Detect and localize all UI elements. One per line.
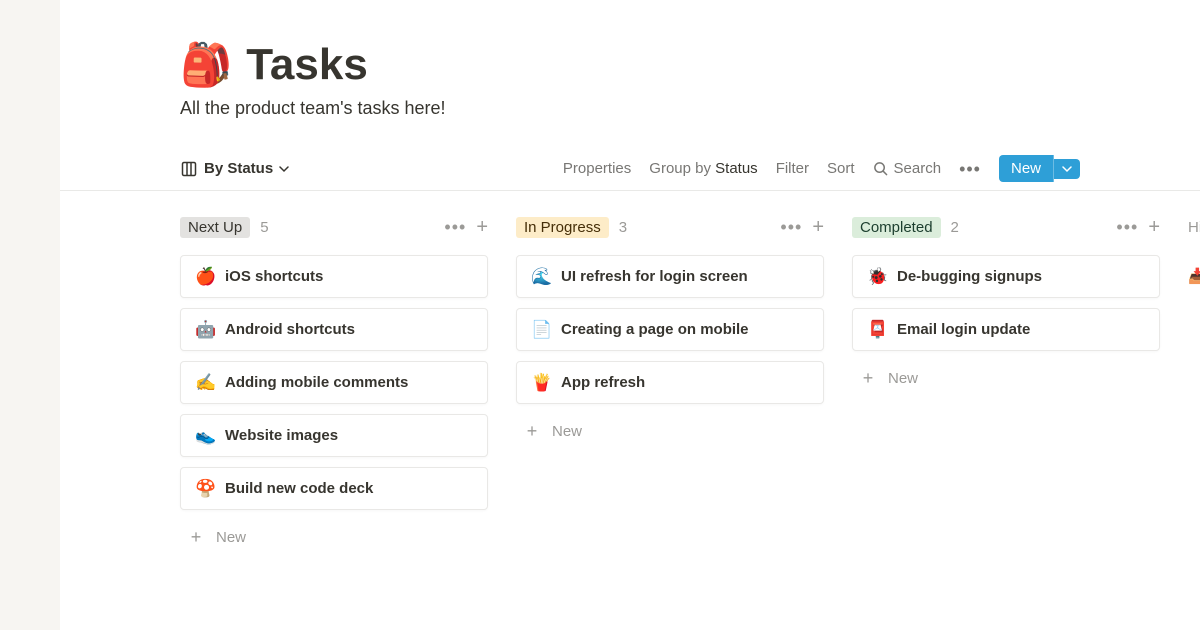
card-title: Adding mobile comments [225, 374, 408, 391]
column-next-up: Next Up 5 ••• + 🍎 iOS shortcuts 🤖 Androi… [180, 213, 488, 554]
card[interactable]: 🍄 Build new code deck [180, 467, 488, 510]
column-completed: Completed 2 ••• + 🐞 De-bugging signups 📮… [852, 213, 1160, 554]
card-title: Website images [225, 427, 338, 444]
card-icon: 🍎 [195, 268, 215, 285]
column-actions: ••• + [444, 217, 488, 237]
title-row: 🎒 Tasks [180, 40, 1080, 90]
plus-icon: + [522, 422, 542, 440]
card-icon: 🤖 [195, 321, 215, 338]
column-header: Completed 2 ••• + [852, 213, 1160, 241]
toolbar: By Status Properties Group by Status Fil… [60, 147, 1200, 191]
column-more-button[interactable]: ••• [780, 218, 802, 236]
card-icon: ✍️ [195, 374, 215, 391]
column-header: Next Up 5 ••• + [180, 213, 488, 241]
card-icon: 🍟 [531, 374, 551, 391]
column-count: 2 [951, 219, 959, 236]
column-add-button[interactable]: + [812, 217, 824, 237]
hidden-groups: Hidde 📥 N [1188, 213, 1200, 554]
page-container: 🎒 Tasks All the product team's tasks her… [60, 0, 1200, 630]
column-header: In Progress 3 ••• + [516, 213, 824, 241]
column-title: Completed [852, 217, 941, 238]
card[interactable]: 🍎 iOS shortcuts [180, 255, 488, 298]
inbox-icon: 📥 [1188, 267, 1200, 285]
add-card-label: New [216, 529, 246, 546]
new-dropdown[interactable] [1054, 159, 1080, 179]
column-add-button[interactable]: + [1148, 217, 1160, 237]
card[interactable]: 🍟 App refresh [516, 361, 824, 404]
column-more-button[interactable]: ••• [444, 218, 466, 236]
column-title: Next Up [180, 217, 250, 238]
card[interactable]: 📮 Email login update [852, 308, 1160, 351]
column-title-wrap[interactable]: Next Up 5 [180, 217, 434, 238]
card-title: App refresh [561, 374, 645, 391]
properties-button[interactable]: Properties [563, 160, 631, 177]
page-description[interactable]: All the product team's tasks here! [180, 98, 1080, 119]
card[interactable]: 🐞 De-bugging signups [852, 255, 1160, 298]
card-icon: 🐞 [867, 268, 887, 285]
column-count: 3 [619, 219, 627, 236]
hidden-label[interactable]: Hidde [1188, 213, 1200, 241]
toolbar-right: Properties Group by Status Filter Sort S… [563, 155, 1080, 182]
card[interactable]: 🌊 UI refresh for login screen [516, 255, 824, 298]
card-title: Android shortcuts [225, 321, 355, 338]
add-card-button[interactable]: + New [852, 361, 1160, 395]
filter-button[interactable]: Filter [776, 160, 809, 177]
board-icon [180, 160, 198, 178]
column-add-button[interactable]: + [476, 217, 488, 237]
new-button[interactable]: New [999, 155, 1054, 182]
toolbar-left: By Status [180, 160, 289, 178]
card-title: Email login update [897, 321, 1030, 338]
page-icon[interactable]: 🎒 [180, 44, 232, 86]
view-label: By Status [204, 160, 273, 177]
card[interactable]: 🤖 Android shortcuts [180, 308, 488, 351]
card-icon: 🌊 [531, 268, 551, 285]
new-button-group: New [999, 155, 1080, 182]
card-icon: 📮 [867, 321, 887, 338]
column-actions: ••• + [1116, 217, 1160, 237]
card-icon: 📄 [531, 321, 551, 338]
search-label: Search [894, 160, 942, 177]
view-selector[interactable]: By Status [180, 160, 289, 178]
group-by-prefix: Group by [649, 160, 715, 177]
chevron-down-icon [279, 164, 289, 174]
card-title: De-bugging signups [897, 268, 1042, 285]
group-by-value: Status [715, 160, 758, 177]
add-card-button[interactable]: + New [180, 520, 488, 554]
column-actions: ••• + [780, 217, 824, 237]
page-header: 🎒 Tasks All the product team's tasks her… [60, 0, 1200, 119]
card-title: Build new code deck [225, 480, 373, 497]
more-button[interactable]: ••• [959, 160, 981, 178]
column-in-progress: In Progress 3 ••• + 🌊 UI refresh for log… [516, 213, 824, 554]
plus-icon: + [186, 528, 206, 546]
hidden-item[interactable]: 📥 N [1188, 255, 1200, 297]
add-card-button[interactable]: + New [516, 414, 824, 448]
card-icon: 🍄 [195, 480, 215, 497]
card[interactable]: 👟 Website images [180, 414, 488, 457]
column-count: 5 [260, 219, 268, 236]
column-more-button[interactable]: ••• [1116, 218, 1138, 236]
add-card-label: New [552, 423, 582, 440]
plus-icon: + [858, 369, 878, 387]
card-icon: 👟 [195, 427, 215, 444]
card[interactable]: ✍️ Adding mobile comments [180, 361, 488, 404]
column-title-wrap[interactable]: Completed 2 [852, 217, 1106, 238]
card-title: iOS shortcuts [225, 268, 323, 285]
card-title: Creating a page on mobile [561, 321, 749, 338]
page-title[interactable]: Tasks [246, 40, 368, 90]
add-card-label: New [888, 370, 918, 387]
board: Next Up 5 ••• + 🍎 iOS shortcuts 🤖 Androi… [60, 191, 1200, 554]
search-icon [873, 161, 888, 176]
card-title: UI refresh for login screen [561, 268, 748, 285]
group-by-button[interactable]: Group by Status [649, 160, 757, 177]
card[interactable]: 📄 Creating a page on mobile [516, 308, 824, 351]
search-button[interactable]: Search [873, 160, 942, 177]
sort-button[interactable]: Sort [827, 160, 855, 177]
column-title: In Progress [516, 217, 609, 238]
column-title-wrap[interactable]: In Progress 3 [516, 217, 770, 238]
